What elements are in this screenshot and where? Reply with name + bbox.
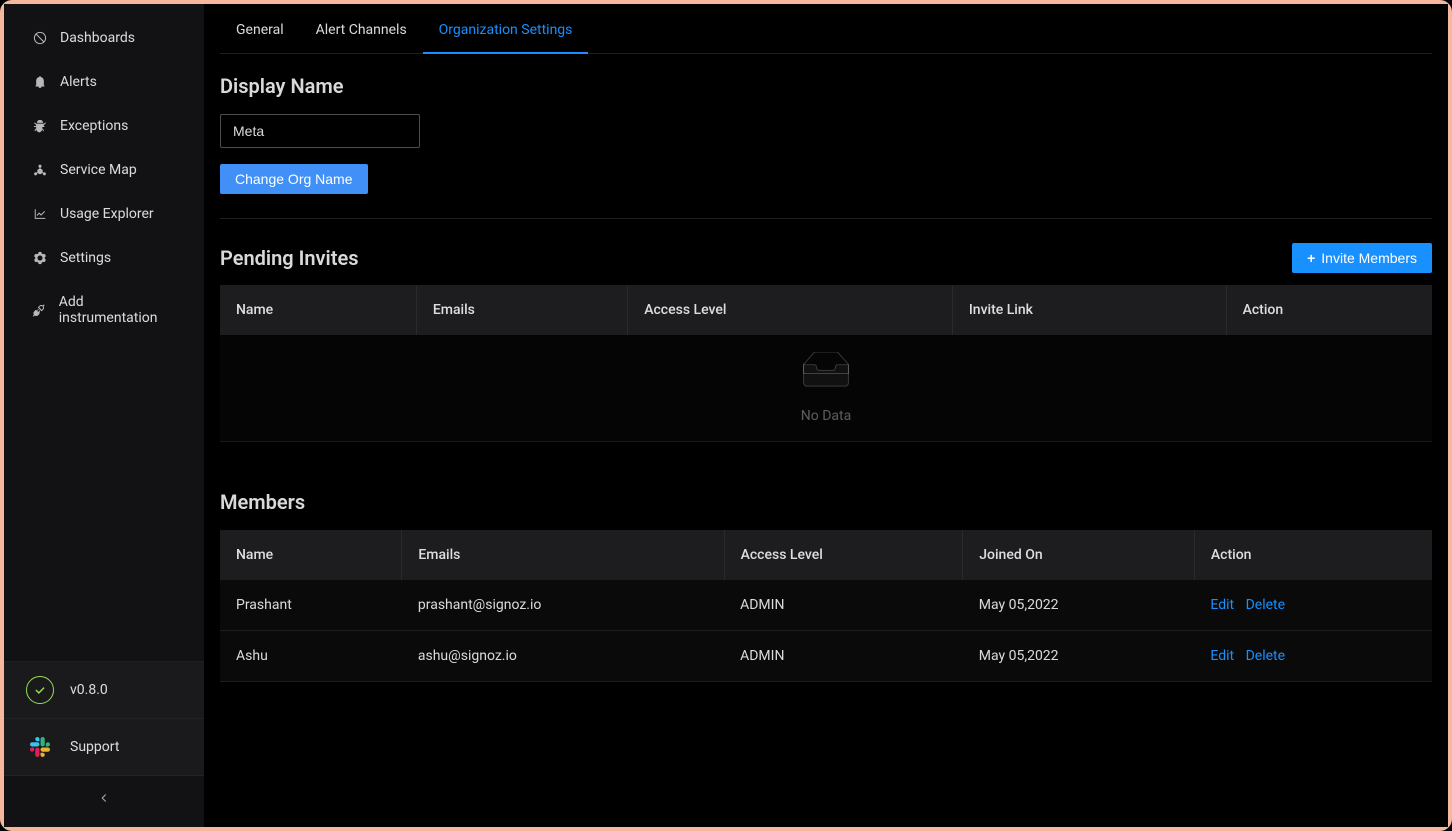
members-title: Members bbox=[220, 490, 1432, 514]
setting-icon bbox=[32, 250, 48, 266]
line-chart-icon bbox=[32, 206, 48, 222]
pending-invites-table: Name Emails Access Level Invite Link Act… bbox=[220, 285, 1432, 442]
slack-icon bbox=[26, 733, 54, 761]
inbox-icon bbox=[236, 352, 1416, 396]
sidebar-label: Service Map bbox=[60, 162, 137, 178]
collapse-sidebar-button[interactable] bbox=[4, 776, 204, 827]
dashboard-icon bbox=[32, 30, 48, 46]
tab-organization-settings[interactable]: Organization Settings bbox=[423, 8, 589, 54]
bug-icon bbox=[32, 118, 48, 134]
pending-invites-title: Pending Invites bbox=[220, 246, 359, 270]
sidebar: Dashboards Alerts Exceptions Service Map bbox=[4, 4, 204, 827]
col-emails: Emails bbox=[402, 530, 724, 580]
sidebar-label: Settings bbox=[60, 250, 111, 266]
alert-icon bbox=[32, 74, 48, 90]
chevron-left-icon bbox=[97, 790, 111, 809]
cell-joined: May 05,2022 bbox=[963, 631, 1195, 682]
main-content: General Alert Channels Organization Sett… bbox=[204, 4, 1448, 827]
divider bbox=[220, 218, 1432, 219]
sidebar-label: Add instrumentation bbox=[59, 294, 176, 326]
org-name-input[interactable] bbox=[220, 114, 420, 148]
deployment-icon bbox=[32, 162, 48, 178]
col-name: Name bbox=[220, 530, 402, 580]
empty-state: No Data bbox=[220, 335, 1432, 442]
invite-members-label: Invite Members bbox=[1321, 250, 1417, 266]
cell-actions: Edit Delete bbox=[1194, 580, 1432, 631]
version-item[interactable]: v0.8.0 bbox=[4, 662, 204, 719]
col-action: Action bbox=[1226, 285, 1432, 335]
sidebar-item-service-map[interactable]: Service Map bbox=[4, 148, 204, 192]
col-access-level: Access Level bbox=[724, 530, 963, 580]
cell-email: ashu@signoz.io bbox=[402, 631, 724, 682]
sidebar-item-alerts[interactable]: Alerts bbox=[4, 60, 204, 104]
table-row: Ashu ashu@signoz.io ADMIN May 05,2022 Ed… bbox=[220, 631, 1432, 682]
support-label: Support bbox=[70, 739, 119, 755]
delete-link[interactable]: Delete bbox=[1246, 648, 1285, 664]
invite-members-button[interactable]: + Invite Members bbox=[1292, 243, 1432, 273]
edit-link[interactable]: Edit bbox=[1210, 648, 1234, 664]
support-item[interactable]: Support bbox=[4, 719, 204, 776]
version-label: v0.8.0 bbox=[70, 682, 108, 698]
cell-name: Ashu bbox=[220, 631, 402, 682]
check-circle-icon bbox=[26, 676, 54, 704]
display-name-section: Display Name Change Org Name bbox=[220, 74, 1432, 194]
sidebar-item-add-instrumentation[interactable]: Add instrumentation bbox=[4, 280, 204, 340]
tabs: General Alert Channels Organization Sett… bbox=[220, 8, 1432, 54]
sidebar-item-settings[interactable]: Settings bbox=[4, 236, 204, 280]
sidebar-label: Dashboards bbox=[60, 30, 135, 46]
tab-alert-channels[interactable]: Alert Channels bbox=[300, 8, 423, 54]
sidebar-label: Exceptions bbox=[60, 118, 128, 134]
edit-link[interactable]: Edit bbox=[1210, 597, 1234, 613]
cell-name: Prashant bbox=[220, 580, 402, 631]
plus-icon: + bbox=[1307, 250, 1315, 266]
pending-invites-section: Pending Invites + Invite Members Name Em… bbox=[220, 243, 1432, 442]
sidebar-item-usage-explorer[interactable]: Usage Explorer bbox=[4, 192, 204, 236]
tab-general[interactable]: General bbox=[220, 8, 300, 54]
change-org-name-button[interactable]: Change Org Name bbox=[220, 164, 368, 194]
sidebar-label: Usage Explorer bbox=[60, 206, 154, 222]
cell-email: prashant@signoz.io bbox=[402, 580, 724, 631]
sidebar-item-exceptions[interactable]: Exceptions bbox=[4, 104, 204, 148]
members-table: Name Emails Access Level Joined On Actio… bbox=[220, 530, 1432, 682]
api-icon bbox=[32, 302, 47, 318]
col-invite-link: Invite Link bbox=[952, 285, 1226, 335]
members-section: Members Name Emails Access Level Joined … bbox=[220, 490, 1432, 682]
delete-link[interactable]: Delete bbox=[1246, 597, 1285, 613]
col-name: Name bbox=[220, 285, 416, 335]
col-access-level: Access Level bbox=[628, 285, 953, 335]
cell-joined: May 05,2022 bbox=[963, 580, 1195, 631]
col-joined-on: Joined On bbox=[963, 530, 1195, 580]
sidebar-label: Alerts bbox=[60, 74, 97, 90]
sidebar-item-dashboards[interactable]: Dashboards bbox=[4, 16, 204, 60]
empty-text: No Data bbox=[236, 408, 1416, 424]
cell-access: ADMIN bbox=[724, 631, 963, 682]
col-emails: Emails bbox=[416, 285, 627, 335]
display-name-title: Display Name bbox=[220, 74, 1432, 98]
table-row: Prashant prashant@signoz.io ADMIN May 05… bbox=[220, 580, 1432, 631]
cell-actions: Edit Delete bbox=[1194, 631, 1432, 682]
cell-access: ADMIN bbox=[724, 580, 963, 631]
col-action: Action bbox=[1194, 530, 1432, 580]
